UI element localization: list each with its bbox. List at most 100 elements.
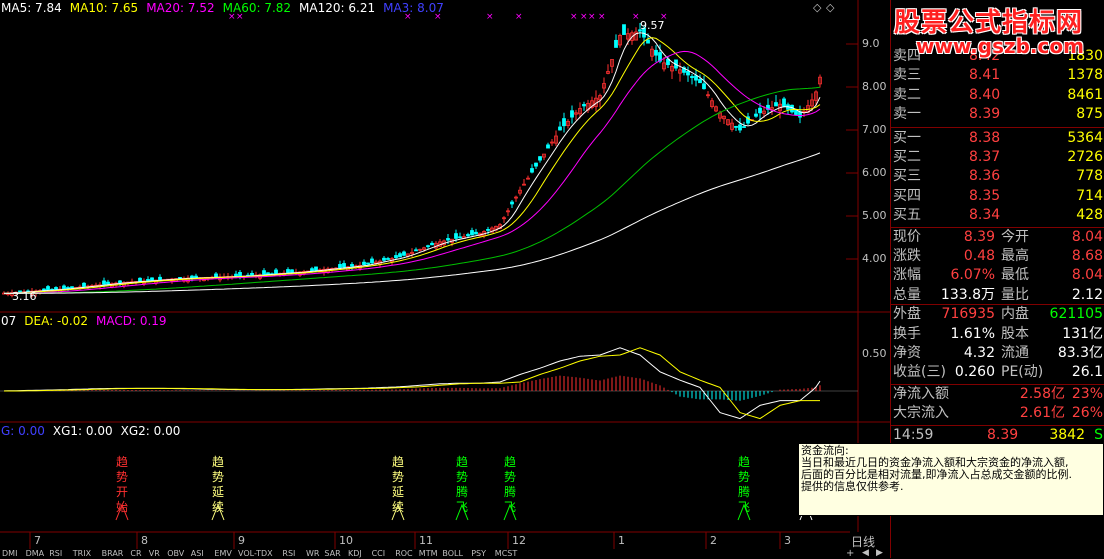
quote-label: 今开: [1001, 228, 1029, 245]
candle: [798, 105, 802, 124]
quote-row: 总量 133.8万 量比 2.12: [891, 286, 1104, 305]
candle: [730, 118, 734, 132]
candle: [138, 277, 142, 282]
candle: [338, 260, 342, 270]
candle: [818, 74, 822, 88]
quote-label: 最低: [1001, 267, 1029, 284]
candle: [438, 238, 442, 247]
dif-line: [3, 347, 821, 420]
indicator-tab[interactable]: DMA: [26, 549, 45, 558]
order-volume: 8461: [1067, 86, 1103, 103]
legend-item: MA5: 7.84: [1, 1, 62, 15]
quote-row: 外盘 716935 内盘 621105: [891, 305, 1104, 324]
order-row-sell: 卖二 8.40 8461: [891, 86, 1104, 105]
order-row-buy: 买二 8.37 2726: [891, 148, 1104, 167]
quote-row: 涨跌 0.48 最高 8.68: [891, 247, 1104, 266]
candle: [734, 125, 738, 131]
candle: [426, 244, 430, 249]
candle: [582, 101, 586, 111]
indicator-tab[interactable]: RSI: [282, 549, 295, 558]
indicator-tabs[interactable]: DMI DMA RSI TRIX BRAR CR VR OBV ASI EMV VOL-TDX RSI…: [0, 549, 850, 558]
indicator-tab[interactable]: TRIX: [73, 549, 91, 558]
flow-percent: 26%: [1071, 405, 1103, 422]
candle: [470, 227, 474, 236]
order-label: 卖三: [893, 67, 921, 84]
candle: [418, 248, 422, 252]
dea-line: [4, 347, 820, 420]
candle: [390, 257, 394, 266]
indicator-tab[interactable]: ROC: [395, 549, 412, 558]
indicator-tab[interactable]: EMV: [214, 549, 231, 558]
tooltip-line: 提供的信息仅供参考.: [801, 480, 904, 493]
signal-char: 始: [116, 500, 129, 514]
quote-value: 4.32: [963, 345, 995, 361]
indicator-tab[interactable]: PSY: [471, 549, 486, 558]
signal-x-mark: ×: [486, 12, 494, 22]
candle: [570, 105, 574, 124]
quote-label: 总量: [893, 286, 921, 303]
candle: [274, 268, 278, 275]
order-label: 买四: [893, 187, 921, 204]
macd-panel: [3, 347, 821, 420]
candle: [370, 256, 374, 265]
indicator-tab[interactable]: KDJ: [348, 549, 362, 558]
order-label: 买一: [893, 129, 921, 146]
order-volume: 5364: [1067, 129, 1103, 146]
indicator-tab[interactable]: SAR: [324, 549, 340, 558]
indicator-tab[interactable]: VR: [149, 549, 160, 558]
month-label: 12: [512, 534, 526, 547]
month-label: 9: [238, 534, 245, 547]
candle: [474, 228, 478, 235]
scroll-right-button[interactable]: ▶: [876, 548, 883, 558]
watermark-logo: 股票公式指标网 www.gszb.com: [890, 0, 1104, 60]
candle: [726, 119, 730, 126]
indicator-tab[interactable]: MCST: [495, 549, 517, 558]
legend-item: MA10: 7.65: [69, 1, 139, 15]
candle: [466, 232, 470, 238]
order-price: 8.34: [969, 207, 1001, 224]
indicator-tab[interactable]: CCI: [372, 549, 386, 558]
month-label: 2: [710, 534, 717, 547]
signal-x-mark: ×: [632, 12, 640, 22]
flow-value: 2.61亿: [1019, 405, 1065, 422]
signal-x-mark: ×: [588, 12, 596, 22]
signal-char: 续: [392, 500, 405, 514]
candle: [262, 268, 266, 276]
quote-value: 8.04: [1071, 228, 1103, 245]
candle: [694, 68, 698, 87]
legend-item: MACD: 0.19: [96, 314, 167, 328]
order-label: 买二: [893, 149, 921, 165]
order-volume: 714: [1076, 187, 1103, 204]
indicator-tab[interactable]: ASI: [191, 549, 204, 558]
candle: [386, 256, 390, 260]
order-label: 卖二: [893, 86, 921, 103]
indicator-tab[interactable]: VOL-TDX: [238, 549, 273, 558]
flow-percent: 23%: [1071, 385, 1103, 402]
indicator-tab[interactable]: OBV: [167, 549, 184, 558]
month-label: 1: [618, 534, 625, 547]
quote-value: 8.68: [1071, 248, 1103, 264]
signal-x-mark: ×: [515, 12, 523, 22]
candle: [686, 66, 690, 82]
quote-value: 6.07%: [950, 267, 995, 284]
order-label: 买五: [893, 207, 921, 224]
price-chart[interactable]: [0, 0, 890, 558]
indicator-tab[interactable]: BOLL: [442, 549, 463, 558]
legend-item: G: 0.00: [1, 424, 45, 438]
candle: [526, 175, 530, 180]
indicator-tab[interactable]: BRAR: [102, 549, 124, 558]
candle: [514, 195, 518, 202]
diamond-icon[interactable]: ◇: [813, 1, 821, 14]
indicator-tab[interactable]: MTM: [419, 549, 438, 558]
signal-char: 飞: [738, 500, 751, 514]
candle: [362, 259, 366, 266]
indicator-tab[interactable]: WR: [306, 549, 319, 558]
indicator-tab[interactable]: DMI: [2, 549, 17, 558]
box-icon[interactable]: ◇: [826, 1, 834, 14]
ma-line: [4, 86, 821, 294]
candle: [554, 130, 558, 147]
indicator-tab[interactable]: CR: [130, 549, 141, 558]
indicator-tab[interactable]: RSI: [49, 549, 62, 558]
candle: [774, 94, 778, 107]
scroll-left-button[interactable]: ◀: [862, 548, 869, 558]
